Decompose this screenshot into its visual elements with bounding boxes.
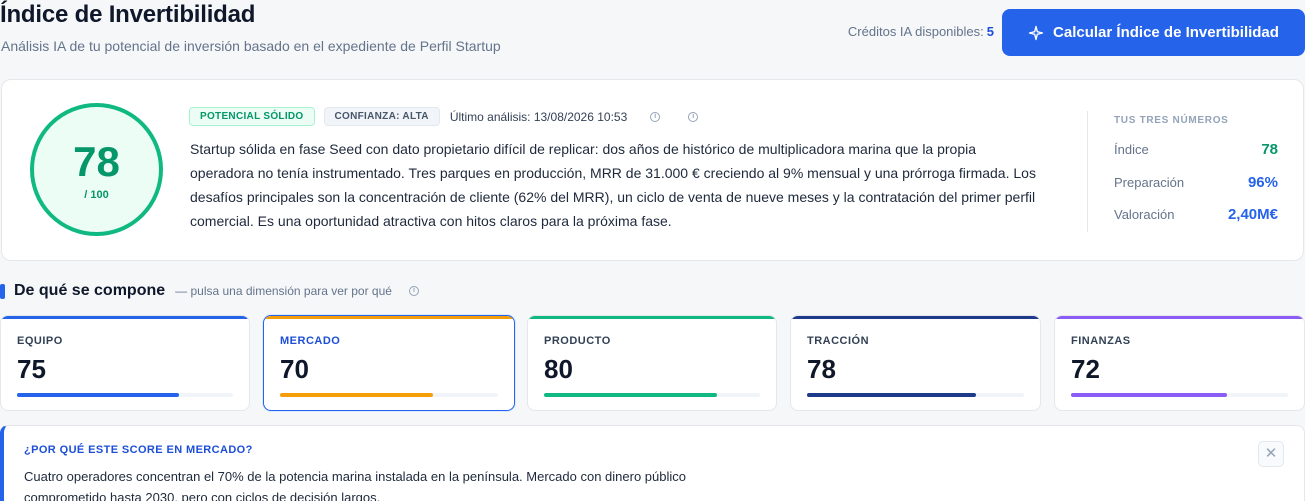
section-hint: — pulsa una dimensión para ver por qué xyxy=(175,284,392,298)
dimension-label: MERCADO xyxy=(280,335,341,347)
dimension-label: PRODUCTO xyxy=(544,335,611,347)
potential-badge: POTENCIAL SÓLIDO xyxy=(189,107,315,126)
close-icon[interactable]: ✕ xyxy=(1258,441,1284,467)
explanation-text: Cuatro operadores concentran el 70% de l… xyxy=(24,469,686,501)
number-value: 96% xyxy=(1247,174,1278,191)
dimension-progress xyxy=(544,393,760,397)
number-row-valuation: Valoración 2,40M€ xyxy=(1114,206,1278,223)
dimension-card-producto[interactable]: PRODUCTO 80 xyxy=(527,315,777,411)
page-title: Índice de Invertibilidad xyxy=(0,1,256,28)
dimension-progress-fill xyxy=(807,393,977,397)
dimension-progress-fill xyxy=(1071,393,1228,397)
score-summary-card: 78 / 100 POTENCIAL SÓLIDO CONFIANZA: ALT… xyxy=(1,79,1304,261)
page-subtitle: Análisis IA de tu potencial de inversión… xyxy=(1,38,501,54)
ai-credits-label: Créditos IA disponibles: xyxy=(847,24,984,39)
dimension-label: EQUIPO xyxy=(17,335,63,347)
page-header: Índice de Invertibilidad Análisis IA de … xyxy=(0,0,1305,70)
dimension-score: 70 xyxy=(280,354,309,384)
dimension-score: 78 xyxy=(807,354,836,384)
card-accent-line xyxy=(791,316,1040,319)
dimension-progress-fill xyxy=(280,393,433,397)
card-accent-line xyxy=(1,316,249,319)
number-value: 2,40M€ xyxy=(1227,206,1278,223)
last-analysis: Último análisis: 13/08/2026 10:53 xyxy=(449,109,628,124)
number-row-index: Índice 78 xyxy=(1114,141,1278,158)
number-label: Preparación xyxy=(1114,175,1185,190)
divider xyxy=(1087,111,1088,232)
number-label: Valoración xyxy=(1114,207,1175,222)
explanation-title: ¿POR QUÉ ESTE SCORE EN MERCADO? xyxy=(24,444,253,456)
card-accent-line xyxy=(1055,316,1304,319)
dimension-score: 80 xyxy=(544,354,573,384)
dimension-card-finanzas[interactable]: FINANZAS 72 xyxy=(1054,315,1305,411)
calculate-index-button[interactable]: Calcular Índice de Invertibilidad xyxy=(1002,9,1305,56)
number-row-readiness: Preparación 96% xyxy=(1114,174,1278,191)
card-accent-line xyxy=(264,316,514,319)
dimension-progress xyxy=(1071,393,1288,397)
section-title: De qué se compone xyxy=(14,282,166,299)
dimension-progress xyxy=(280,393,498,397)
ai-credits-count: 5 xyxy=(986,24,994,39)
dimension-progress-fill xyxy=(544,393,717,397)
ai-credits: Créditos IA disponibles: 5 xyxy=(848,24,994,39)
info-icon[interactable]: i xyxy=(408,286,419,296)
section-accent-bar xyxy=(0,283,5,299)
score-value: 78 xyxy=(73,138,120,185)
score-badges: POTENCIAL SÓLIDO CONFIANZA: ALTA Último … xyxy=(189,107,699,126)
confidence-badge: CONFIANZA: ALTA xyxy=(323,107,440,126)
info-icon[interactable]: i xyxy=(688,111,699,122)
card-accent-line xyxy=(528,316,776,319)
dimension-card-traccion[interactable]: TRACCIÓN 78 xyxy=(790,315,1041,411)
score-ring: 78 / 100 xyxy=(30,103,163,236)
dimension-score: 75 xyxy=(17,354,46,384)
dimension-progress xyxy=(17,393,233,397)
sparkle-icon xyxy=(1028,25,1044,40)
calculate-index-label: Calcular Índice de Invertibilidad xyxy=(1053,24,1279,41)
dimension-card-mercado[interactable]: MERCADO 70 xyxy=(263,315,515,411)
dimension-progress-fill xyxy=(17,393,179,397)
dimension-label: TRACCIÓN xyxy=(807,335,870,347)
composition-section-header: De qué se compone — pulsa una dimensión … xyxy=(0,282,419,300)
dimension-card-equipo[interactable]: EQUIPO 75 xyxy=(0,315,250,411)
dimension-explanation-panel: ¿POR QUÉ ESTE SCORE EN MERCADO? Cuatro o… xyxy=(0,425,1305,501)
dimension-progress xyxy=(807,393,1024,397)
number-label: Índice xyxy=(1114,142,1149,157)
three-numbers-title: TUS TRES NÚMEROS xyxy=(1114,115,1229,126)
score-description: Startup sólida en fase Seed con dato pro… xyxy=(190,141,1036,229)
dimension-label: FINANZAS xyxy=(1071,335,1131,347)
info-icon[interactable]: i xyxy=(650,111,661,122)
number-value: 78 xyxy=(1261,141,1278,158)
dimension-score: 72 xyxy=(1071,354,1100,384)
score-max: / 100 xyxy=(84,189,109,201)
